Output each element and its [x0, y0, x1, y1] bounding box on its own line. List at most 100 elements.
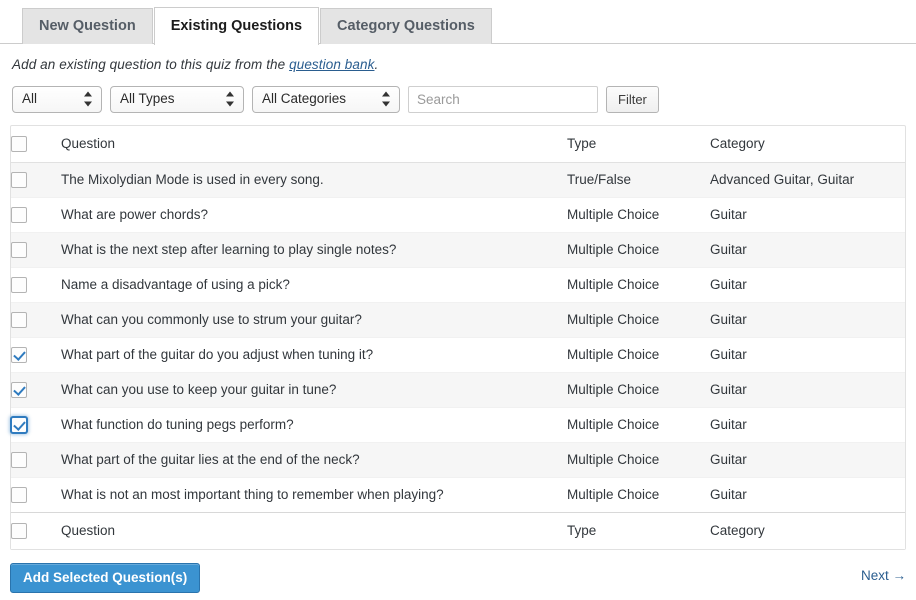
row-checkbox-cell [11, 162, 61, 198]
description-prefix: Add an existing question to this quiz fr… [12, 57, 290, 72]
row-checkbox[interactable] [11, 416, 27, 433]
row-checkbox-cell [11, 442, 61, 478]
cell-type: Multiple Choice [567, 407, 710, 443]
cell-category: Guitar [710, 267, 905, 303]
table-row[interactable]: What can you commonly use to strum your … [11, 302, 905, 338]
row-checkbox[interactable] [11, 486, 27, 503]
select-all-footer-cell [11, 511, 61, 549]
cell-category: Guitar [710, 197, 905, 233]
table-row[interactable]: Name a disadvantage of using a pick? Mult… [11, 267, 905, 303]
row-checkbox-cell [11, 337, 61, 373]
cell-category: Guitar [710, 302, 905, 338]
tab-existing-questions[interactable]: Existing Questions [153, 7, 320, 45]
cell-type: Multiple Choice [567, 232, 710, 268]
row-checkbox-cell [11, 232, 61, 268]
table-row[interactable]: What part of the guitar lies at the end … [11, 442, 905, 478]
cell-question: Name a disadvantage of using a pick? [61, 267, 567, 303]
table-footer-row: Question Type Category [11, 511, 905, 549]
cell-category: Guitar [710, 372, 905, 408]
select-all-header-cell [11, 126, 61, 163]
stepper-arrows-icon [226, 91, 235, 107]
tab-category-questions[interactable]: Category Questions [320, 8, 492, 44]
select-all-checkbox[interactable] [11, 135, 27, 152]
table-header: Question Type Category [11, 126, 905, 163]
type-select-value: All Types [120, 91, 175, 107]
row-checkbox[interactable] [11, 276, 27, 293]
cell-category: Guitar [710, 487, 747, 502]
cell-category: Guitar [710, 337, 905, 373]
questions-table-container: Question Type Category The Mixolydian Mo… [10, 125, 906, 550]
question-bank-link[interactable]: question bank [289, 57, 374, 72]
tab-label: New Question [39, 18, 136, 35]
cell-category: Advanced Guitar, Guitar [710, 162, 905, 198]
cell-category: Guitar [710, 232, 905, 268]
add-selected-questions-button[interactable]: Add Selected Question(s) [10, 563, 201, 593]
description-suffix: . [374, 57, 379, 72]
table-header-row: Question Type Category [11, 126, 905, 163]
cell-question: What is the next step after learning to … [61, 232, 567, 268]
row-checkbox[interactable] [11, 381, 27, 398]
footer-type[interactable]: Type [567, 511, 710, 549]
tab-label: Category Questions [337, 18, 475, 35]
status-select[interactable]: All [12, 85, 102, 113]
page-description: Add an existing question to this quiz fr… [12, 57, 916, 72]
cell-question: What function do tuning pegs perform? [61, 407, 567, 443]
table-row[interactable]: What is not an most important thing to r… [11, 477, 905, 512]
table-row[interactable]: What is the next step after learning to … [11, 232, 905, 268]
category-select-value: All Categories [262, 91, 347, 107]
cell-category: Guitar [710, 442, 905, 478]
stepper-arrows-icon [382, 91, 391, 107]
filter-bar: All All Types All Categories Filter [12, 85, 916, 113]
table-row[interactable]: What part of the guitar do you adjust wh… [11, 337, 905, 373]
footer-category[interactable]: Category [710, 511, 905, 549]
tab-new-question[interactable]: New Question [22, 8, 153, 44]
row-checkbox-cell [11, 477, 61, 512]
row-checkbox[interactable] [11, 311, 27, 328]
questions-table: Question Type Category The Mixolydian Mo… [11, 126, 905, 549]
row-checkbox[interactable] [11, 346, 27, 363]
filter-button[interactable]: Filter [606, 85, 659, 113]
cell-type: Multiple Choice [567, 267, 710, 303]
search-input[interactable] [408, 85, 598, 113]
cell-question: What can you commonly use to strum your … [61, 302, 567, 338]
row-checkbox[interactable] [11, 171, 27, 188]
row-checkbox-cell [11, 302, 61, 338]
cell-question: What part of the guitar do you adjust wh… [61, 337, 567, 373]
header-question[interactable]: Question [61, 126, 567, 163]
table-row[interactable]: What are power chords? Multiple Choice Gui… [11, 197, 905, 233]
cell-question: What are power chords? [61, 197, 567, 233]
footer-question[interactable]: Question [61, 511, 567, 549]
table-row[interactable]: What can you use to keep your guitar in … [11, 372, 905, 408]
cell-category: Guitar [710, 407, 905, 443]
row-checkbox-cell [11, 407, 61, 443]
cell-type: Multiple Choice [567, 442, 710, 478]
table-row[interactable]: What function do tuning pegs perform? Mul… [11, 407, 905, 443]
header-category[interactable]: Category [710, 126, 905, 163]
tab-strip: New Question Existing Questions Category… [0, 0, 916, 45]
cell-question: What is not an most important thing to r… [61, 487, 444, 502]
tab-label: Existing Questions [170, 17, 303, 34]
cell-type: Multiple Choice [567, 197, 710, 233]
row-checkbox[interactable] [11, 241, 27, 258]
cell-question: What part of the guitar lies at the end … [61, 442, 567, 478]
table-footer: Question Type Category [11, 511, 905, 549]
cell-type: Multiple Choice [567, 302, 710, 338]
row-checkbox-cell [11, 197, 61, 233]
table-row[interactable]: The Mixolydian Mode is used in every son… [11, 162, 905, 198]
cell-type: True/False [567, 162, 710, 198]
select-all-checkbox-footer[interactable] [11, 522, 27, 539]
row-checkbox-cell [11, 267, 61, 303]
table-body: The Mixolydian Mode is used in every son… [11, 162, 905, 512]
cell-type: Multiple Choice [567, 337, 710, 373]
category-select[interactable]: All Categories [252, 85, 400, 113]
status-select-value: All [22, 91, 38, 107]
cell-type: Multiple Choice [567, 487, 660, 502]
cell-question: What can you use to keep your guitar in … [61, 372, 567, 408]
stepper-arrows-icon [84, 91, 93, 107]
type-select[interactable]: All Types [110, 85, 244, 113]
header-type[interactable]: Type [567, 126, 710, 163]
row-checkbox[interactable] [11, 451, 27, 468]
row-checkbox-cell [11, 372, 61, 408]
next-page-link[interactable]: Next → [861, 568, 906, 583]
row-checkbox[interactable] [11, 206, 27, 223]
